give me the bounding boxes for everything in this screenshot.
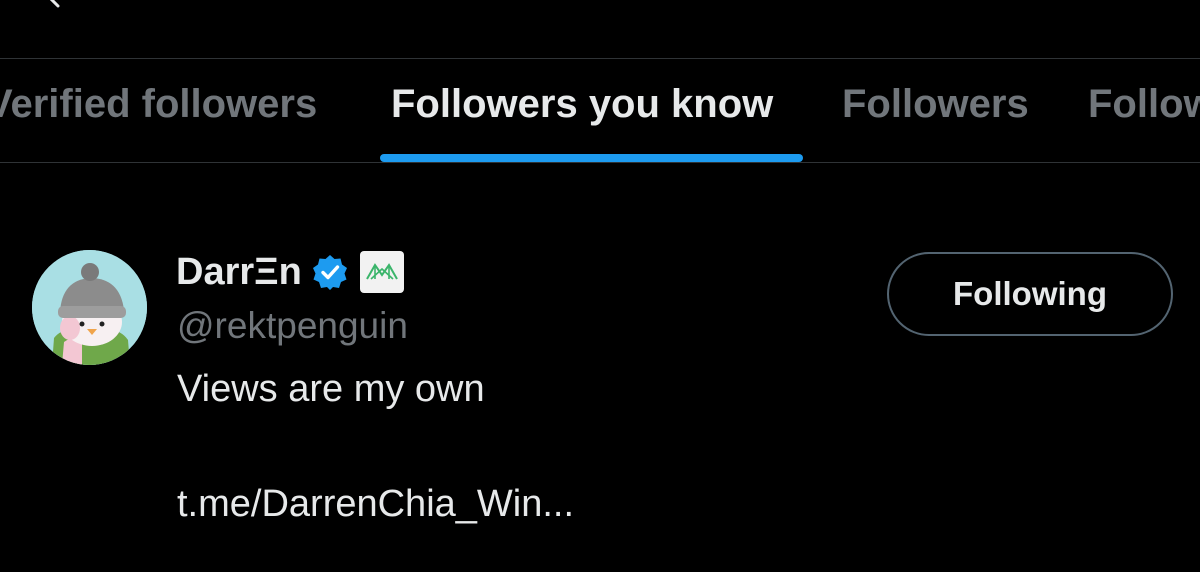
avatar[interactable] bbox=[32, 250, 147, 365]
tab-verified-followers[interactable]: Verified followers bbox=[0, 59, 317, 162]
back-arrow-icon[interactable] bbox=[40, 0, 68, 10]
tab-followers[interactable]: Followers bbox=[842, 59, 1029, 162]
top-bar bbox=[0, 0, 1200, 58]
active-tab-indicator bbox=[380, 154, 803, 162]
display-name[interactable]: DarrΞn bbox=[176, 251, 302, 294]
verified-badge-icon bbox=[312, 255, 347, 290]
tab-followers-you-know[interactable]: Followers you know bbox=[391, 59, 773, 162]
bio-link[interactable]: t.me/DarrenChia_Win... bbox=[177, 483, 574, 526]
add-user-icon[interactable] bbox=[1090, 0, 1130, 10]
name-row: DarrΞn bbox=[176, 249, 404, 295]
user-bio: Views are my own bbox=[177, 368, 485, 410]
penguin-avatar-image bbox=[32, 250, 147, 365]
user-cell[interactable]: DarrΞn @rektpenguin Views are my own t.m… bbox=[0, 163, 1200, 572]
tab-bar: Verified followers Followers you know Fo… bbox=[0, 59, 1200, 162]
user-handle: @rektpenguin bbox=[177, 305, 408, 346]
following-button[interactable]: Following bbox=[887, 252, 1173, 336]
tab-following[interactable]: Following bbox=[1088, 59, 1200, 162]
affiliate-badge-icon[interactable] bbox=[359, 251, 404, 293]
followers-page: Verified followers Followers you know Fo… bbox=[0, 0, 1200, 572]
